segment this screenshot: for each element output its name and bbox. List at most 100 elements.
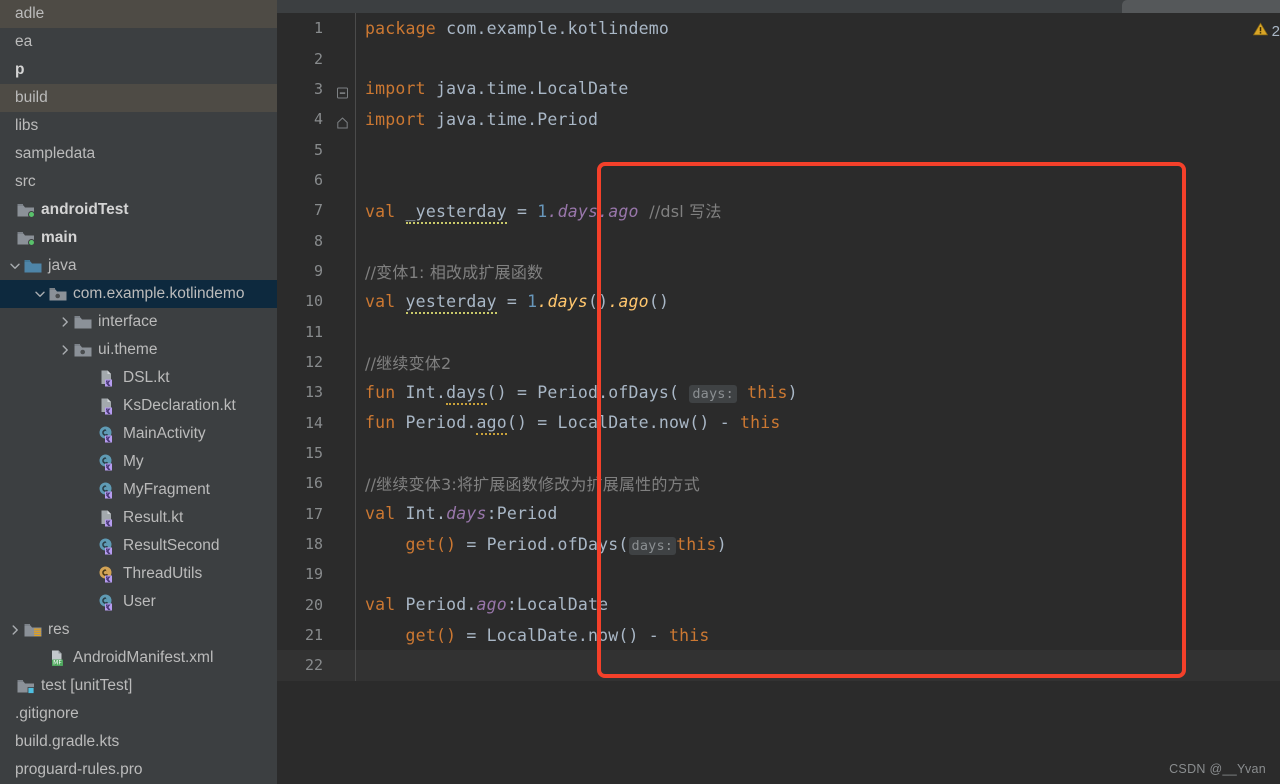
package-icon xyxy=(47,287,69,302)
gutter-divider xyxy=(355,13,356,44)
code-line[interactable]: 2 xyxy=(277,43,1280,74)
editor-tab-bar xyxy=(277,0,1280,13)
line-gutter[interactable]: 8 xyxy=(277,225,355,255)
ide-window: adle ea p build libs sampledata src androidTest… xyxy=(0,0,1280,784)
sidebar-item-res[interactable]: res xyxy=(0,616,277,644)
code-line[interactable]: 12 //继续变体2 xyxy=(277,346,1280,378)
sidebar-item-result-kt[interactable]: Result.kt xyxy=(0,504,277,532)
code-line[interactable]: 1 package com.example.kotlindemo xyxy=(277,13,1280,44)
sidebar-item-src[interactable]: src xyxy=(0,168,277,196)
line-gutter[interactable]: 13 xyxy=(277,377,355,407)
code-line[interactable]: 20 val Period.ago:LocalDate xyxy=(277,589,1280,620)
line-gutter[interactable]: 21 xyxy=(277,620,355,650)
chevron-down-icon[interactable] xyxy=(7,261,22,271)
line-number: 8 xyxy=(313,231,323,250)
line-gutter[interactable]: 14 xyxy=(277,407,355,437)
line-gutter[interactable]: 17 xyxy=(277,499,355,529)
code-line[interactable]: 7 val _yesterday = 1.days.ago //dsl 写法 xyxy=(277,195,1280,226)
code-line[interactable]: 21 get() = LocalDate.now() - this xyxy=(277,619,1280,651)
keyword-token: package xyxy=(365,18,436,38)
sidebar-item-test-unittest[interactable]: test [unitTest] xyxy=(0,672,277,700)
variable-name-token: _yesterday xyxy=(405,202,507,225)
line-gutter[interactable]: 3 xyxy=(277,74,355,104)
sidebar-item-build[interactable]: build xyxy=(0,84,277,112)
sidebar-item-libs[interactable]: libs xyxy=(0,112,277,140)
sidebar-item-androidtest[interactable]: androidTest xyxy=(0,196,277,224)
project-tree-panel[interactable]: adle ea p build libs sampledata src androidTest… xyxy=(0,0,277,784)
line-gutter[interactable]: 9 xyxy=(277,256,355,286)
sidebar-item-threadutils[interactable]: ThreadUtils xyxy=(0,560,277,588)
sidebar-item-androidmanifest-xml[interactable]: MF AndroidManifest.xml xyxy=(0,644,277,672)
code-line[interactable]: 18 get() = Period.ofDays(days: this) xyxy=(277,528,1280,560)
code-line[interactable]: 19 xyxy=(277,559,1280,590)
line-gutter[interactable]: 18 xyxy=(277,529,355,559)
code-line[interactable]: 22 xyxy=(277,650,1280,681)
sidebar-item-label: adle xyxy=(15,5,45,22)
fold-region-end-icon[interactable] xyxy=(337,114,348,129)
code-line[interactable]: 6 xyxy=(277,164,1280,196)
this-keyword-token: this xyxy=(739,413,781,433)
line-gutter[interactable]: 2 xyxy=(277,43,355,73)
code-line[interactable]: 3 import java.time.LocalDate xyxy=(277,73,1280,105)
sidebar-item-label: proguard-rules.pro xyxy=(15,761,143,778)
code-lines-container[interactable]: 1 package com.example.kotlindemo 2 3 import … xyxy=(277,13,1280,784)
kotlin-object-icon xyxy=(97,566,119,583)
gutter-divider xyxy=(355,286,356,317)
sidebar-item-ui-theme[interactable]: ui.theme xyxy=(0,336,277,364)
editor-tab-active[interactable] xyxy=(1122,0,1280,13)
code-line[interactable]: 8 xyxy=(277,225,1280,256)
sidebar-item-gitignore[interactable]: .gitignore xyxy=(0,700,277,728)
code-line[interactable]: 10 val yesterday = 1.days().ago() xyxy=(277,286,1280,317)
line-gutter[interactable]: 1 xyxy=(277,13,355,43)
sidebar-item-p[interactable]: p xyxy=(0,56,277,84)
operator-token: = xyxy=(506,202,538,222)
chevron-right-icon[interactable] xyxy=(57,345,72,355)
line-gutter[interactable]: 15 xyxy=(277,438,355,468)
line-gutter[interactable]: 7 xyxy=(277,195,355,225)
sidebar-item-build-gradle-kts[interactable]: build.gradle.kts xyxy=(0,728,277,756)
code-text: val yesterday = 1.days().ago() xyxy=(355,291,669,314)
code-line[interactable]: 15 xyxy=(277,437,1280,469)
watermark-text: CSDN @__Yvan xyxy=(1169,762,1266,776)
fold-collapse-icon[interactable] xyxy=(337,83,348,99)
sidebar-item-myfragment[interactable]: MyFragment xyxy=(0,476,277,504)
line-gutter[interactable]: 12 xyxy=(277,347,355,377)
sidebar-item-resultsecond[interactable]: ResultSecond xyxy=(0,532,277,560)
line-gutter[interactable]: 10 xyxy=(277,286,355,316)
code-line[interactable]: 17 val Int.days:Period xyxy=(277,498,1280,529)
code-line[interactable]: 9 //变体1: 相改成扩展函数 xyxy=(277,255,1280,287)
line-gutter[interactable]: 20 xyxy=(277,590,355,620)
gutter-divider xyxy=(355,73,356,105)
sidebar-item-ea[interactable]: ea xyxy=(0,28,277,56)
code-line[interactable]: 13 fun Int.days() = Period.ofDays( days: … xyxy=(277,377,1280,408)
line-gutter[interactable]: 4 xyxy=(277,104,355,134)
sidebar-item-interface[interactable]: interface xyxy=(0,308,277,336)
sidebar-item-my[interactable]: My xyxy=(0,448,277,476)
line-gutter[interactable]: 6 xyxy=(277,165,355,195)
sidebar-item-user[interactable]: User xyxy=(0,588,277,616)
sidebar-item-adle[interactable]: adle xyxy=(0,0,277,28)
sidebar-item-sampledata[interactable]: sampledata xyxy=(0,140,277,168)
code-line[interactable]: 11 xyxy=(277,316,1280,347)
chevron-right-icon[interactable] xyxy=(7,625,22,635)
sidebar-item-dsl-kt[interactable]: DSL.kt xyxy=(0,364,277,392)
sidebar-item-java[interactable]: java xyxy=(0,252,277,280)
line-gutter[interactable]: 16 xyxy=(277,468,355,498)
sidebar-item-mainactivity[interactable]: MainActivity xyxy=(0,420,277,448)
sidebar-item-ksdeclaration-kt[interactable]: KsDeclaration.kt xyxy=(0,392,277,420)
code-editor-panel[interactable]: 2 1 package com.example.kotlindemo 2 3 impor… xyxy=(277,0,1280,784)
receiver-token: Period. xyxy=(395,595,477,615)
sidebar-item-proguard-rules-pro[interactable]: proguard-rules.pro xyxy=(0,756,277,784)
code-line[interactable]: 4 import java.time.Period xyxy=(277,104,1280,135)
line-gutter[interactable]: 19 xyxy=(277,559,355,589)
line-gutter[interactable]: 22 xyxy=(277,650,355,680)
chevron-down-icon[interactable] xyxy=(32,289,47,299)
sidebar-item-com-example-kotlindemo[interactable]: com.example.kotlindemo xyxy=(0,280,277,308)
code-line[interactable]: 16 //继续变体3:将扩展函数修改为扩展属性的方式 xyxy=(277,468,1280,499)
code-line[interactable]: 5 xyxy=(277,134,1280,165)
line-gutter[interactable]: 11 xyxy=(277,316,355,346)
sidebar-item-main[interactable]: main xyxy=(0,224,277,252)
code-line[interactable]: 14 fun Period.ago() = LocalDate.now() - t… xyxy=(277,407,1280,438)
chevron-right-icon[interactable] xyxy=(57,317,72,327)
line-gutter[interactable]: 5 xyxy=(277,134,355,164)
